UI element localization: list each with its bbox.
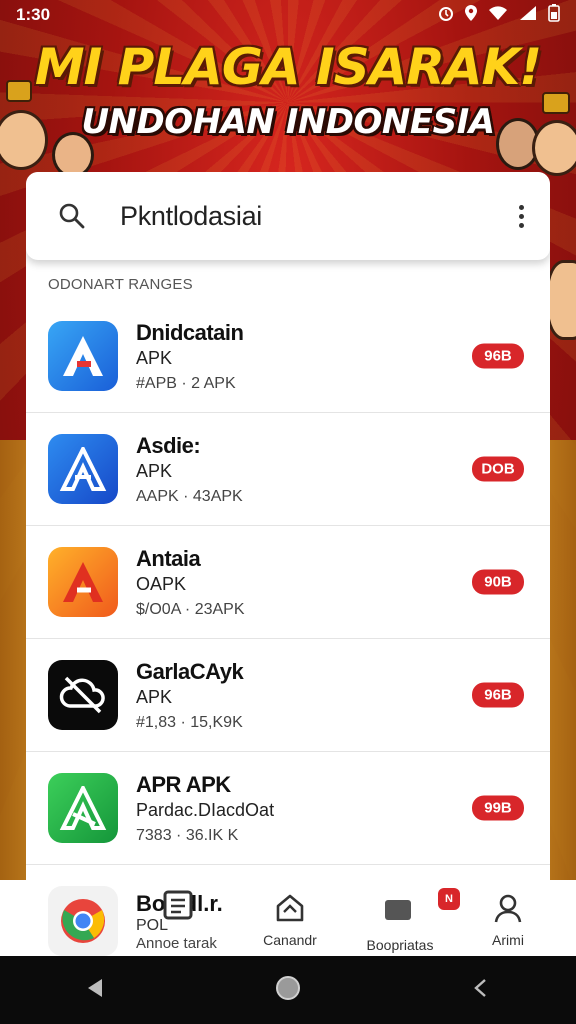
a-letter-icon <box>48 434 118 504</box>
cartoon-character <box>546 260 576 340</box>
updates-icon <box>385 900 411 920</box>
banner-headline: MI PLAGA ISARAK! <box>34 38 542 96</box>
size-badge[interactable]: DOB <box>472 456 524 482</box>
bottom-navigation: Bo...dl.r. POL Annoe tarak Canandr N Boo… <box>0 880 576 956</box>
app-row[interactable]: APR APK Pardac.DIacdOat 7383 · 36.IK K 9… <box>26 752 550 865</box>
app-meta: #APB · 2 APK <box>136 374 236 392</box>
size-badge[interactable]: 96B <box>472 682 524 708</box>
home-button-icon[interactable] <box>274 974 302 1007</box>
size-badge[interactable]: 99B <box>472 795 524 821</box>
search-input[interactable]: Pkntlodasiai <box>120 201 262 232</box>
app-info: APR APK Pardac.DIacdOat 7383 · 36.IK K <box>136 772 274 845</box>
app-row[interactable]: Dnidcatain APK #APB · 2 APK 96B <box>26 300 550 413</box>
location-icon <box>464 4 478 27</box>
app-meta: AAPK · 43APK <box>136 487 243 505</box>
a-letter-icon <box>48 321 118 391</box>
app-subtitle: APK <box>136 686 173 707</box>
app-subtitle: APK <box>136 460 173 481</box>
system-navigation-bar <box>0 956 576 1024</box>
notification-badge: N <box>438 888 460 910</box>
section-heading: ODONART RANGES <box>48 276 193 293</box>
tab-label: Boopriatas <box>366 937 434 953</box>
app-results-list: Dnidcatain APK #APB · 2 APK 96B Asdie: A… <box>26 300 550 865</box>
app-info: GarlaCAyk APK #1,83 · 15,K9K <box>136 658 244 732</box>
tab-label: Canandr <box>263 932 317 948</box>
app-meta: #1,83 · 15,K9K <box>136 713 243 731</box>
app-meta: 7383 · 36.IK K <box>136 826 239 844</box>
cloud-slash-icon <box>48 660 118 730</box>
app-name: Antaia <box>136 545 201 571</box>
tab-account[interactable]: Arimi <box>458 892 558 948</box>
app-row[interactable]: Antaia OAPK $/O0A · 23APK 90B <box>26 526 550 639</box>
search-icon[interactable] <box>40 202 104 230</box>
app-subtitle: APK <box>136 347 173 368</box>
account-icon <box>494 894 522 923</box>
back-triangle-icon[interactable] <box>84 977 106 1004</box>
home-icon <box>276 894 304 922</box>
tab-label: Arimi <box>492 932 524 948</box>
status-bar: 1:30 <box>0 0 576 30</box>
app-info: Antaia OAPK $/O0A · 23APK <box>136 546 245 619</box>
updates-icon-wrap: N <box>383 888 460 929</box>
app-meta: Annoe tarak <box>136 934 217 952</box>
chrome-icon <box>48 886 118 956</box>
status-time: 1:30 <box>16 5 51 24</box>
app-name: APR APK <box>136 771 231 797</box>
tab-updates[interactable]: N Boopriatas <box>350 888 460 953</box>
tab-home[interactable]: Canandr <box>240 892 340 948</box>
size-badge[interactable]: 96B <box>472 343 524 369</box>
alarm-icon <box>438 5 454 26</box>
app-row[interactable]: GarlaCAyk APK #1,83 · 15,K9K 96B <box>26 639 550 752</box>
a-letter-icon <box>48 773 118 843</box>
signal-icon <box>518 5 538 26</box>
search-bar[interactable]: Pkntlodasiai <box>26 172 550 260</box>
app-meta: $/O0A · 23APK <box>136 600 245 618</box>
banner-subheadline: UNDOHAN INDONESIA <box>81 102 495 142</box>
app-subtitle: Pardac.DIacdOat <box>136 799 275 820</box>
app-subtitle: OAPK <box>136 573 187 594</box>
a-letter-icon <box>48 547 118 617</box>
app-name: Dnidcatain <box>136 319 244 345</box>
app-row[interactable]: Asdie: APK AAPK · 43APK DOB <box>26 413 550 526</box>
search-results-panel: Pkntlodasiai ODONART RANGES Dnidcatain A… <box>26 172 550 902</box>
app-info: Dnidcatain APK #APB · 2 APK <box>136 319 244 393</box>
size-badge[interactable]: 90B <box>472 569 524 595</box>
app-info: Asdie: APK AAPK · 43APK <box>136 433 243 506</box>
tab-library[interactable] <box>128 888 228 922</box>
library-icon <box>163 890 193 920</box>
app-name: Asdie: <box>136 432 201 458</box>
wifi-icon <box>488 5 508 26</box>
more-options-icon[interactable] <box>519 204 524 228</box>
battery-icon <box>548 3 560 27</box>
back-chevron-icon[interactable] <box>470 977 492 1004</box>
app-name: GarlaCAyk <box>136 658 244 684</box>
status-icons <box>438 3 560 27</box>
